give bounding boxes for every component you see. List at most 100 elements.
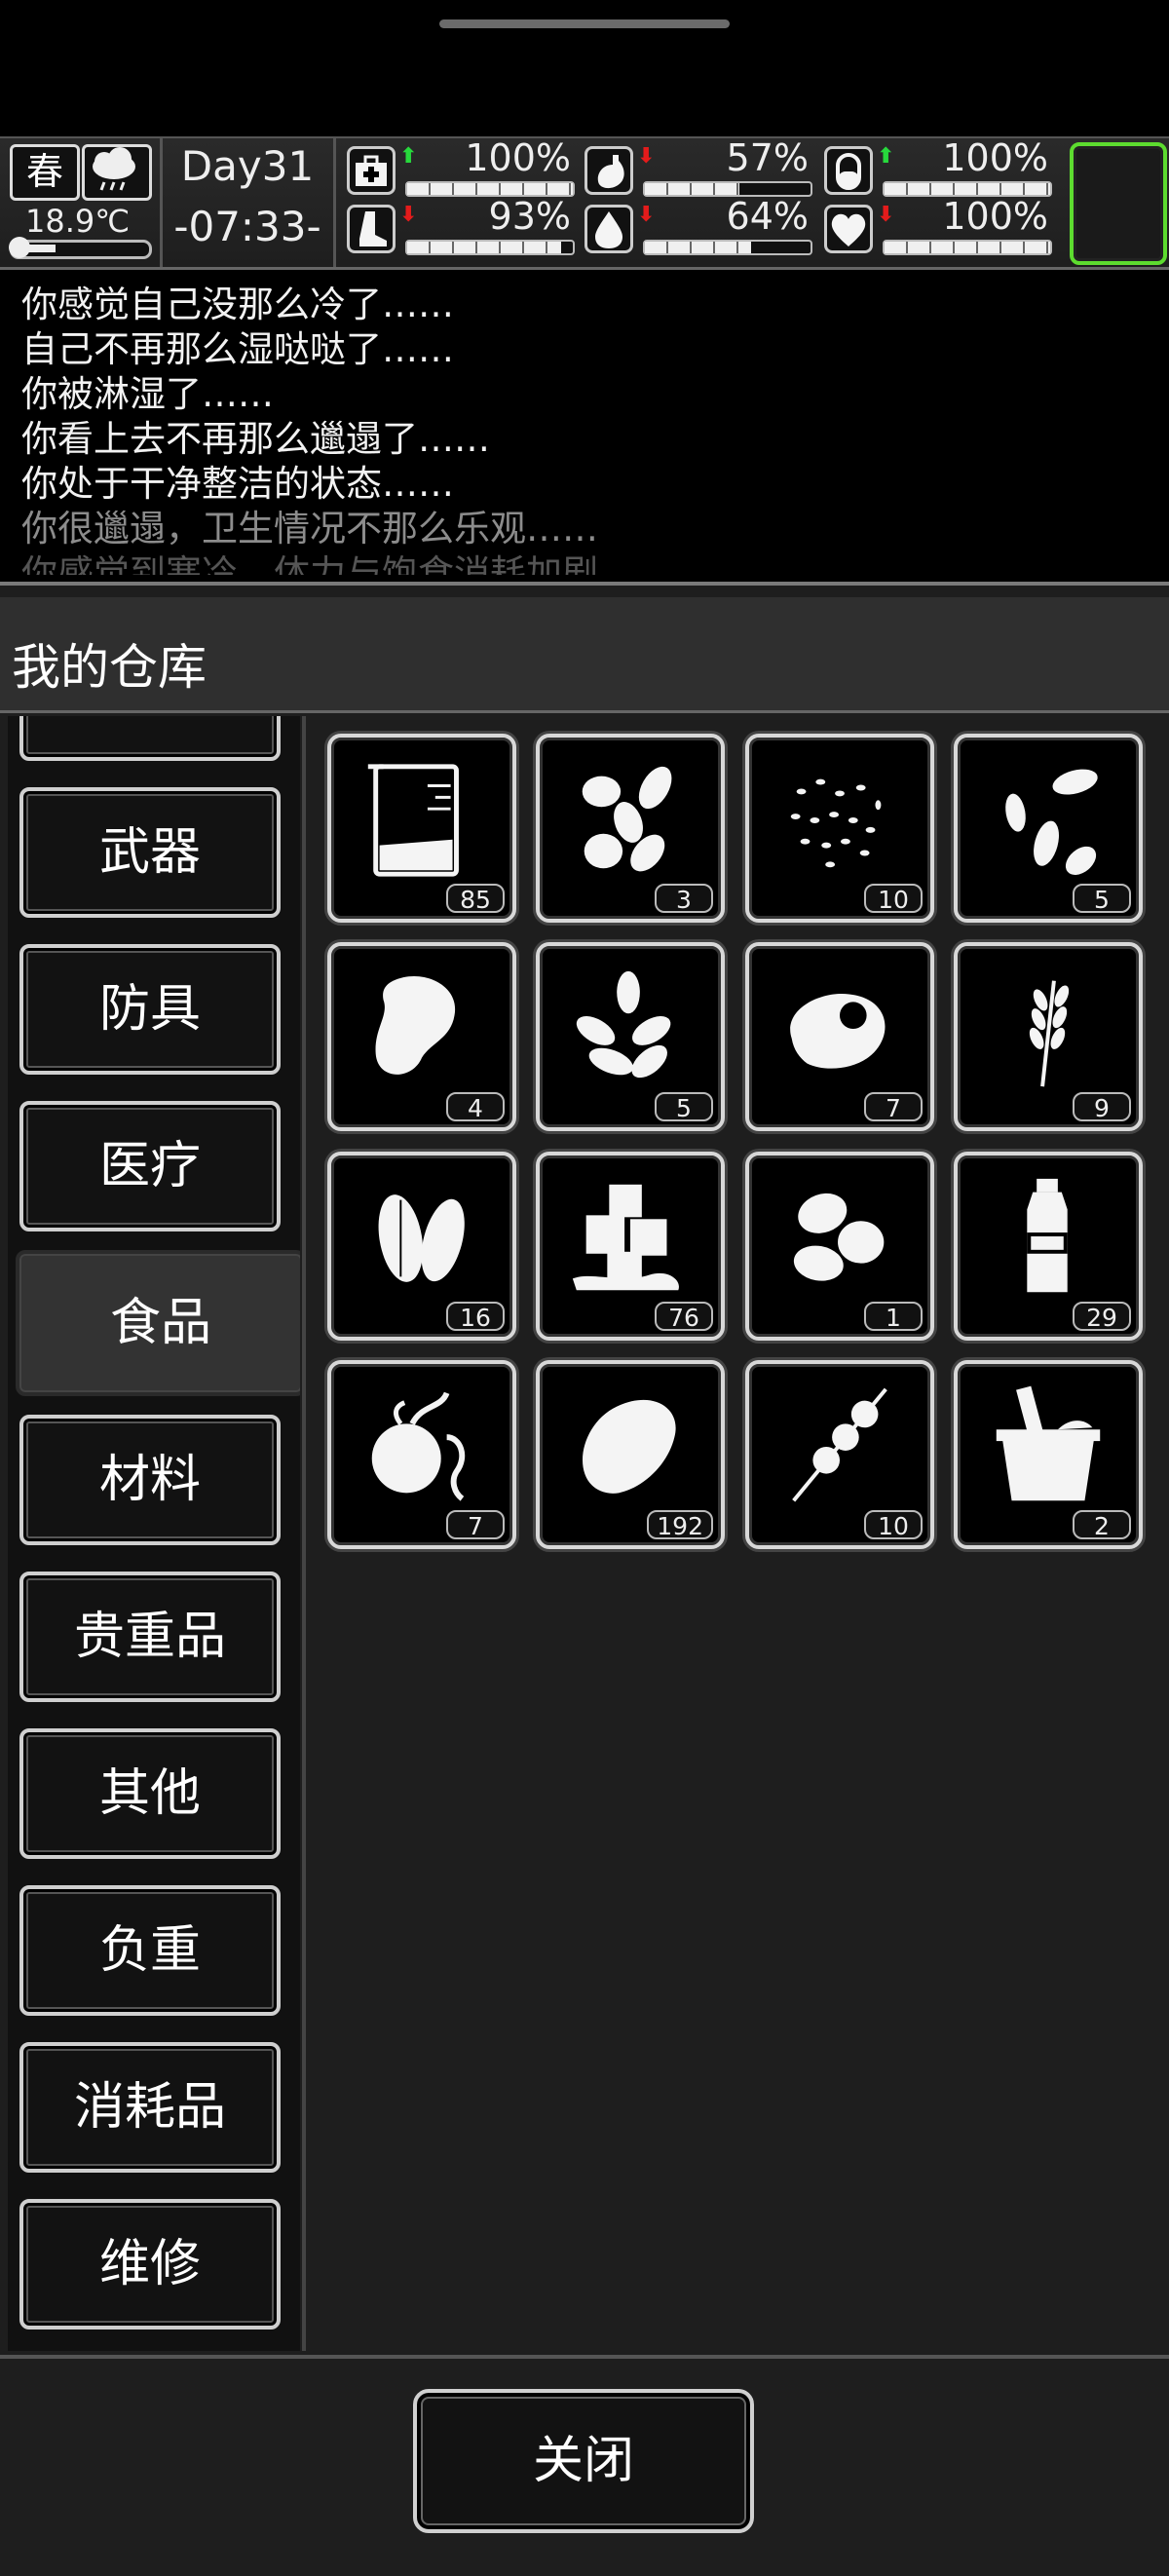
category-button[interactable]: 全部 xyxy=(19,716,281,761)
game-clock: -07:33- xyxy=(173,203,321,250)
inventory-slot[interactable]: 10 xyxy=(745,1360,934,1549)
inventory-slot[interactable]: 5 xyxy=(954,734,1143,923)
hud-divider xyxy=(333,138,336,267)
category-button[interactable]: 食品 xyxy=(16,1250,300,1396)
meat-icon xyxy=(375,975,456,1075)
panel-header: 我的仓库 xyxy=(0,597,1169,713)
coffee-beans-icon xyxy=(793,1193,885,1281)
trend-arrow-icon: ⬆ xyxy=(399,144,418,169)
medkit-icon xyxy=(347,146,396,195)
item-count-badge: 85 xyxy=(446,884,505,914)
panel-title: 我的仓库 xyxy=(12,639,207,696)
log-line: 你处于干净整洁的状态…… xyxy=(21,463,454,505)
log-line: 你看上去不再那么邋遢了…… xyxy=(21,418,490,460)
item-count-badge: 2 xyxy=(1073,1510,1131,1540)
inventory-slot[interactable]: 76 xyxy=(536,1152,725,1341)
item-count-badge: 3 xyxy=(655,884,713,914)
home-indicator xyxy=(439,19,730,28)
footer-divider xyxy=(0,2355,1169,2359)
inventory-slot[interactable]: 16 xyxy=(327,1152,516,1341)
category-button[interactable]: 维修 xyxy=(19,2199,281,2330)
stat-bar xyxy=(643,240,812,255)
item-count-badge: 10 xyxy=(864,1510,923,1540)
stomach-icon xyxy=(584,146,633,195)
water-drop-icon xyxy=(584,205,633,253)
skewer-icon xyxy=(792,1387,887,1502)
trend-arrow-icon: ⬇ xyxy=(637,203,656,227)
item-count-badge: 5 xyxy=(655,1092,713,1122)
category-button[interactable]: 贵重品 xyxy=(19,1572,281,1702)
log-line: 自己不再那么湿哒哒了…… xyxy=(21,328,454,370)
water-bottle-icon xyxy=(1027,1178,1068,1293)
category-button[interactable]: 负重 xyxy=(19,1885,281,2016)
stat-meter: ⬇ 57% xyxy=(584,136,818,199)
equipped-slot[interactable] xyxy=(1070,142,1167,265)
category-sidebar[interactable]: 全部武器防具医疗食品材料贵重品其他负重消耗品维修 xyxy=(8,716,300,2351)
inventory-slot[interactable]: 2 xyxy=(954,1360,1143,1549)
pumpkin-seeds-icon xyxy=(378,1194,465,1282)
season-badge: 春 xyxy=(10,144,80,201)
inventory-slot[interactable]: 10 xyxy=(745,734,934,923)
trend-arrow-icon: ⬇ xyxy=(877,203,895,227)
stat-meter: ⬆ 100% xyxy=(824,136,1058,199)
inventory-slot[interactable]: 85 xyxy=(327,734,516,923)
inventory-slot[interactable]: 7 xyxy=(327,1360,516,1549)
inventory-slot[interactable]: 5 xyxy=(536,942,725,1131)
stat-bar-fill xyxy=(885,242,1050,253)
inventory-slot[interactable]: 29 xyxy=(954,1152,1143,1341)
sunflower-seeds-icon xyxy=(1005,769,1098,875)
heart-icon xyxy=(824,205,873,253)
stat-bar-fill xyxy=(407,242,562,253)
item-count-badge: 10 xyxy=(864,884,923,914)
stat-bar xyxy=(405,240,575,255)
stat-bar xyxy=(883,240,1052,255)
temperature-fill xyxy=(22,245,57,252)
category-button[interactable]: 材料 xyxy=(19,1415,281,1545)
item-count-badge: 1 xyxy=(864,1302,923,1332)
warehouse-panel: 我的仓库 全部武器防具医疗食品材料贵重品其他负重消耗品维修 85 3 10 5 4 5 7 9… xyxy=(0,582,1169,2576)
trend-arrow-icon: ⬇ xyxy=(637,144,656,169)
item-count-badge: 9 xyxy=(1073,1092,1131,1122)
temperature-readout: 18.9℃ xyxy=(25,203,131,240)
inventory-slot[interactable]: 7 xyxy=(745,942,934,1131)
inventory-slot[interactable]: 4 xyxy=(327,942,516,1131)
nuts-icon xyxy=(582,766,672,872)
close-button[interactable]: 关闭 xyxy=(413,2389,754,2533)
item-grid: 85 3 10 5 4 5 7 9 16 76 1 29 7 192 10 2 xyxy=(310,716,1165,2351)
status-hud: 春 18.9℃ Day31 -07:33- ⬆ 100% ⬇ 57% ⬆ 100% ⬇ 93%… xyxy=(0,136,1169,270)
category-button[interactable]: 医疗 xyxy=(19,1101,281,1231)
category-button[interactable]: 防具 xyxy=(19,944,281,1075)
log-line: 你感觉自己没那么冷了…… xyxy=(21,284,454,325)
bucket-icon xyxy=(996,1385,1101,1501)
log-line: 你感觉到寒冷，体力与饱食消耗加剧 xyxy=(21,552,598,575)
item-count-badge: 4 xyxy=(446,1092,505,1122)
stat-value: 100% xyxy=(942,195,1048,238)
trend-arrow-icon: ⬆ xyxy=(877,144,895,169)
inventory-slot[interactable]: 3 xyxy=(536,734,725,923)
day-counter: Day31 xyxy=(180,142,315,190)
wheat-icon xyxy=(1029,980,1070,1087)
stat-bar-fill xyxy=(645,242,751,253)
inventory-slot[interactable]: 1 xyxy=(745,1152,934,1341)
item-count-badge: 192 xyxy=(647,1510,713,1540)
ice-cubes-icon xyxy=(572,1184,679,1291)
inventory-slot[interactable]: 9 xyxy=(954,942,1143,1131)
stat-meter: ⬇ 93% xyxy=(347,195,581,257)
inventory-slot[interactable]: 192 xyxy=(536,1360,725,1549)
log-line: 你很邋遢，卫生情况不那么乐观…… xyxy=(21,508,598,549)
potato-icon xyxy=(583,1399,676,1494)
item-count-badge: 16 xyxy=(446,1302,505,1332)
stat-value: 57% xyxy=(726,136,809,179)
stat-value: 100% xyxy=(942,136,1048,179)
log-line: 你被淋湿了…… xyxy=(21,373,274,415)
rain-cloud-icon xyxy=(82,144,152,201)
stat-bar-fill xyxy=(645,183,739,195)
category-button[interactable]: 消耗品 xyxy=(19,2042,281,2173)
leg-icon xyxy=(347,205,396,253)
category-button[interactable]: 其他 xyxy=(19,1728,281,1859)
category-button[interactable]: 武器 xyxy=(19,787,281,918)
thermometer-gauge xyxy=(9,237,152,259)
stat-meter: ⬇ 100% xyxy=(824,195,1058,257)
beaker-icon xyxy=(367,764,459,877)
stat-bar-fill xyxy=(407,183,573,195)
